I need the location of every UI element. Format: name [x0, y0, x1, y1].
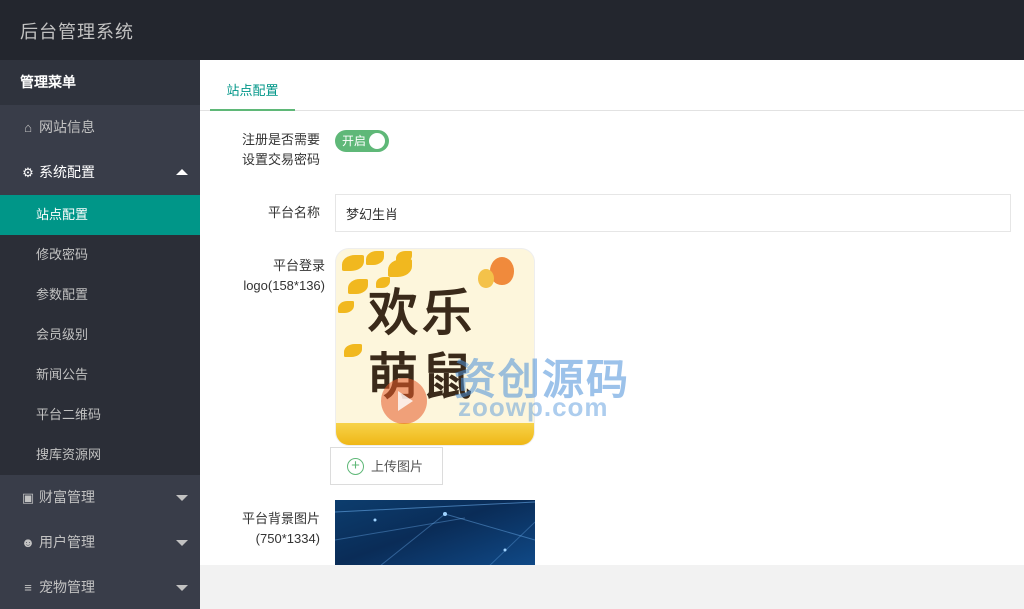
upload-button-label: 上传图片 — [371, 459, 424, 474]
logo-preview-image: 欢乐 萌鼠 — [335, 248, 535, 446]
sidebar-item-member-level[interactable]: 会员级别 — [0, 315, 200, 355]
top-bar: 后台管理系统 — [0, 0, 1024, 60]
app-title: 后台管理系统 — [20, 22, 134, 42]
sidebar-item-label: 宠物管理 — [39, 579, 95, 595]
platform-name-label: 平台名称 — [267, 205, 320, 220]
sidebar-item-label: 财富管理 — [39, 489, 95, 505]
chevron-up-icon — [176, 169, 188, 175]
chevron-down-icon — [176, 540, 188, 546]
system-config-submenu: 站点配置 修改密码 参数配置 会员级别 新闻公告 平台二维码 搜库资源网 — [0, 195, 200, 475]
switch-label: 开启 — [342, 134, 367, 148]
logo-label-line2: logo(158*136) — [243, 278, 325, 293]
sidebar: 管理菜单 ⌂ 网站信息 ⚙ 系统配置 站点配置 修改密码 参数配置 会员级别 新闻公… — [0, 60, 200, 609]
logo-text-line1: 欢乐 — [368, 283, 476, 342]
chevron-down-icon — [176, 585, 188, 591]
leaf-shape — [348, 279, 368, 294]
sidebar-item-news[interactable]: 新闻公告 — [0, 355, 200, 395]
trade-password-label-line1: 注册是否需要 — [241, 132, 320, 147]
sidebar-item-label: 用户管理 — [39, 534, 95, 550]
chevron-down-icon — [176, 495, 188, 501]
play-icon — [381, 378, 427, 424]
sidebar-item-param-config[interactable]: 参数配置 — [0, 275, 200, 315]
plus-circle-icon: + — [347, 458, 364, 475]
sidebar-item-label: 网站信息 — [39, 119, 95, 135]
background-label-line1: 平台背景图片 — [241, 511, 320, 526]
sidebar-item-qrcode[interactable]: 平台二维码 — [0, 395, 200, 435]
background-preview-image — [335, 500, 535, 565]
logo-label-line1: 平台登录 — [272, 258, 325, 273]
money-icon: ▣ — [21, 490, 35, 505]
leaf-shape — [366, 251, 384, 265]
leaf-shape — [344, 344, 362, 357]
sidebar-item-site-info[interactable]: ⌂ 网站信息 — [0, 105, 200, 150]
network-lines-graphic — [335, 501, 535, 565]
trade-password-label-line2: 设置交易密码 — [241, 152, 320, 167]
switch-knob — [369, 133, 385, 149]
logo-yellow-strip — [336, 423, 534, 445]
sidebar-item-change-password[interactable]: 修改密码 — [0, 235, 200, 275]
users-icon: ☻ — [21, 535, 35, 550]
logo-label: 平台登录 logo(158*136) — [220, 256, 325, 296]
sidebar-item-pets[interactable]: ≡ 宠物管理 — [0, 565, 200, 609]
sidebar-item-site-config[interactable]: 站点配置 — [0, 195, 200, 235]
leaf-shape — [338, 301, 354, 313]
tab-site-config[interactable]: 站点配置 — [210, 80, 295, 111]
platform-name-input[interactable] — [335, 194, 1011, 232]
sidebar-item-wealth[interactable]: ▣ 财富管理 — [0, 475, 200, 520]
upload-image-button[interactable]: + 上传图片 — [330, 447, 443, 485]
leaf-shape — [342, 255, 364, 271]
tab-bar: 站点配置 — [200, 60, 1024, 111]
background-label: 平台背景图片 (750*1334) — [220, 509, 320, 549]
sidebar-header: 管理菜单 — [0, 60, 200, 105]
gears-icon: ⚙ — [22, 165, 34, 180]
main-content: 站点配置 注册是否需要 设置交易密码 开启 平台名称 平台登录 logo(158… — [200, 60, 1024, 565]
list-icon: ≡ — [24, 580, 32, 595]
balloon-shape — [478, 269, 494, 288]
footer-area — [200, 565, 1024, 609]
background-label-line2: (750*1334) — [255, 531, 320, 546]
home-icon: ⌂ — [24, 120, 32, 135]
sidebar-item-users[interactable]: ☻ 用户管理 — [0, 520, 200, 565]
trade-password-label: 注册是否需要 设置交易密码 — [220, 130, 320, 170]
trade-password-switch[interactable]: 开启 — [335, 130, 389, 152]
sidebar-item-system-config[interactable]: ⚙ 系统配置 — [0, 150, 200, 195]
sidebar-item-resource[interactable]: 搜库资源网 — [0, 435, 200, 475]
sidebar-item-label: 系统配置 — [39, 164, 95, 180]
